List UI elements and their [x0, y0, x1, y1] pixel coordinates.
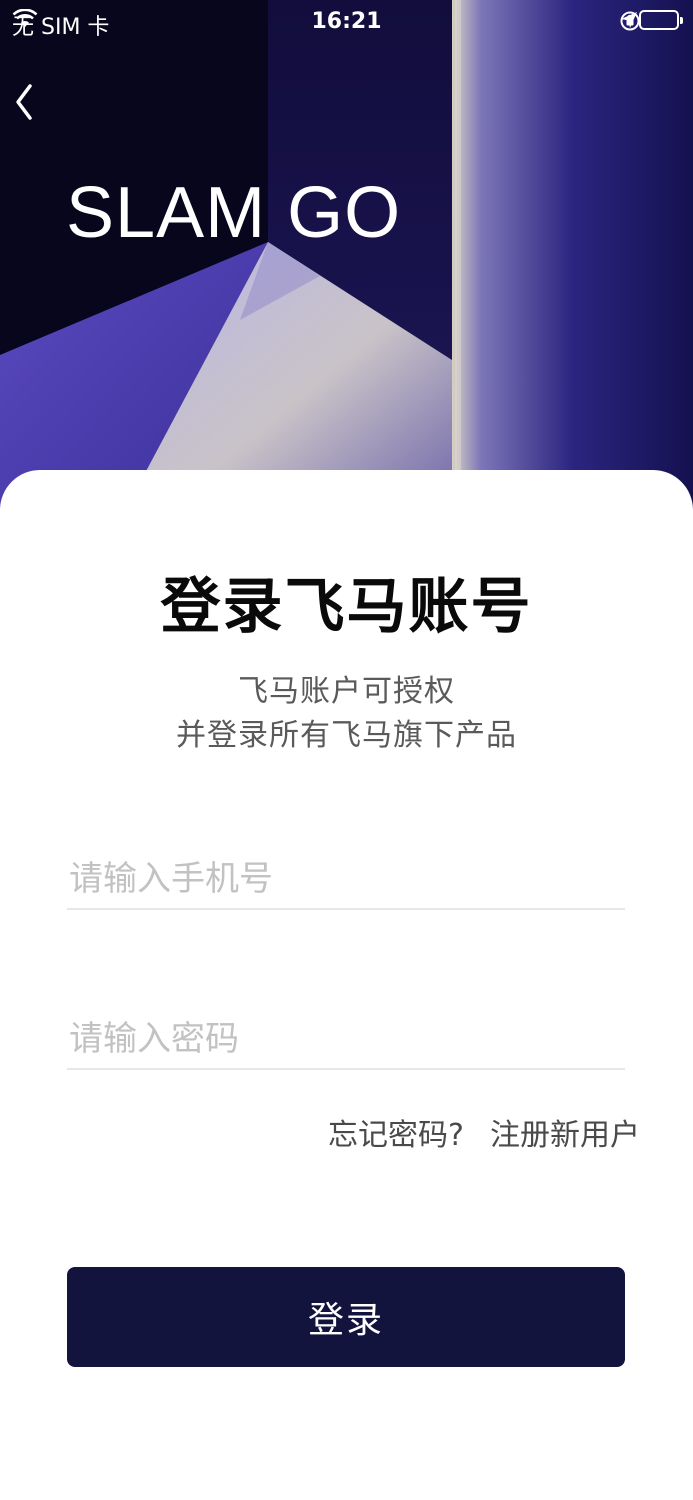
phone-input[interactable] [67, 850, 625, 910]
back-button[interactable] [8, 78, 48, 126]
page-title: 登录飞马账号 [160, 572, 533, 642]
status-indicators [619, 10, 683, 31]
password-input[interactable] [67, 1010, 625, 1070]
subtitle-line-1: 飞马账户可授权 [238, 674, 455, 709]
login-button[interactable]: 登录 [67, 1267, 625, 1367]
status-bar: 无 SIM 卡 16:21 [0, 0, 693, 46]
hero-banner: 无 SIM 卡 16:21 SLAM GO [0, 0, 693, 520]
hero-background-art [0, 0, 693, 520]
status-time: 16:21 [311, 9, 382, 34]
subtitle-line-2: 并登录所有飞马旗下产品 [176, 718, 517, 753]
brand-title: SLAM GO [66, 173, 402, 253]
login-card: 登录飞马账号 飞马账户可授权 并登录所有飞马旗下产品 忘记密码? 注册新用户 登… [0, 470, 693, 1500]
register-link[interactable]: 注册新用户 [490, 1110, 640, 1154]
battery-icon [639, 10, 683, 30]
chevron-left-icon [16, 84, 32, 120]
forgot-password-link[interactable]: 忘记密码? [328, 1110, 464, 1154]
